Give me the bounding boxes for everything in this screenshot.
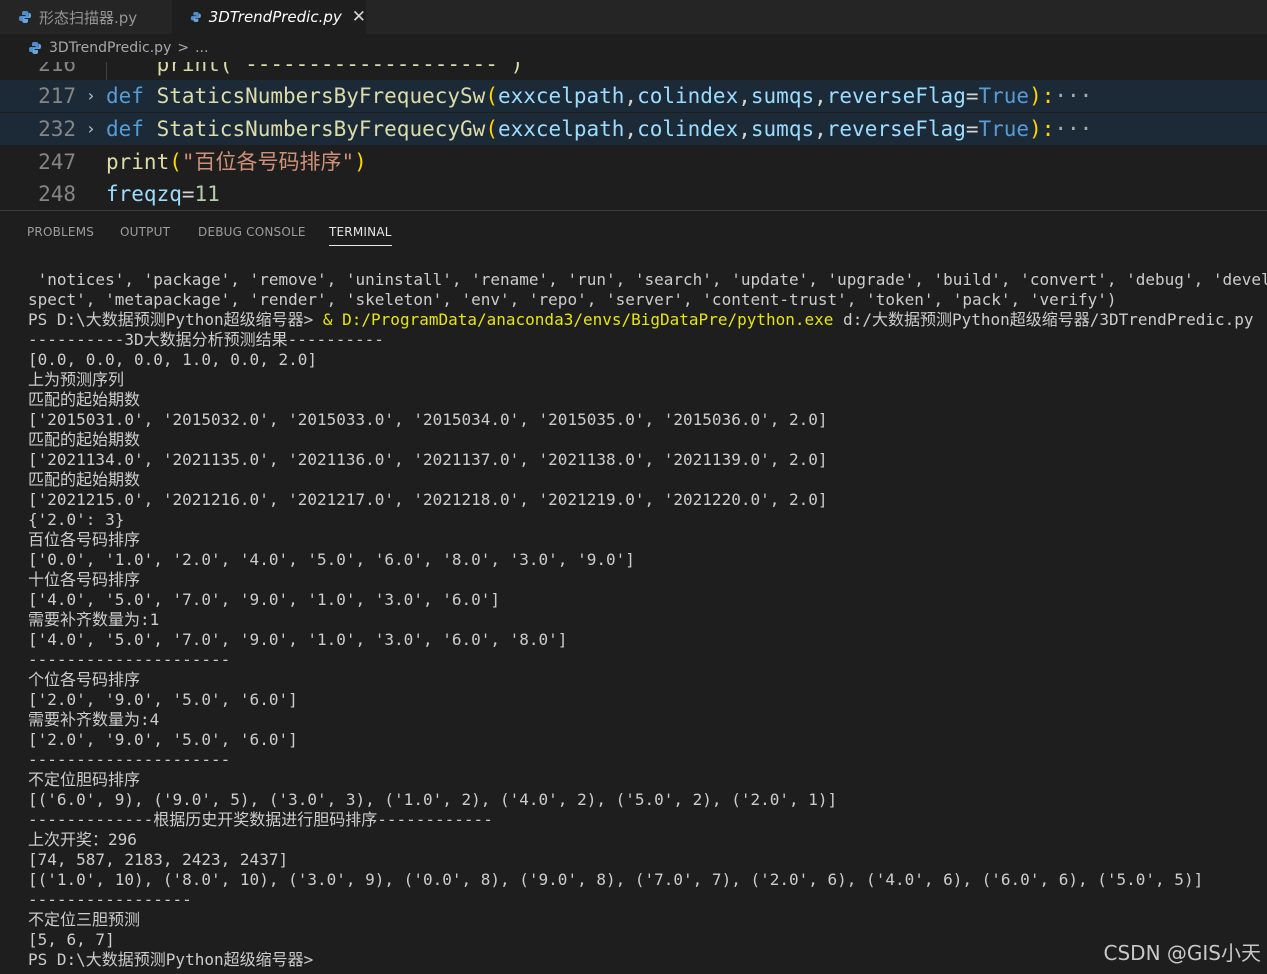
watermark: CSDN @GIS小天 bbox=[1103, 941, 1261, 965]
terminal-line: [('1.0', 10), ('8.0', 10), ('3.0', 9), (… bbox=[28, 870, 1204, 889]
terminal-line: 需要补齐数量为:1 bbox=[28, 610, 160, 629]
code-text: def StaticsNumbersByFrequecyGw(exxcelpat… bbox=[106, 117, 1093, 141]
tab-3dtrendpredic[interactable]: 3DTrendPredic.py ✕ bbox=[172, 0, 366, 34]
tab-label: 3DTrendPredic.py bbox=[208, 8, 342, 26]
terminal-line: ['2021215.0', '2021216.0', '2021217.0', … bbox=[28, 490, 828, 509]
terminal-line: 不定位胆码排序 bbox=[28, 770, 141, 789]
terminal-line: [0.0, 0.0, 0.0, 1.0, 0.0, 2.0] bbox=[28, 350, 317, 369]
tab-problems[interactable]: PROBLEMS bbox=[27, 225, 94, 245]
terminal-prompt[interactable]: PS D:\大数据预测Python超级缩号器> bbox=[28, 950, 313, 970]
terminal-line: ['2021134.0', '2021135.0', '2021136.0', … bbox=[28, 450, 828, 469]
terminal-line: {'2.0': 3} bbox=[28, 510, 125, 529]
terminal-line: ['4.0', '5.0', '7.0', '9.0', '1.0', '3.0… bbox=[28, 590, 501, 609]
code-editor[interactable]: 216 print("--------------------") 217 › … bbox=[0, 62, 1267, 210]
terminal-line: 百位各号码排序 bbox=[28, 530, 141, 549]
terminal-line: 匹配的起始期数 bbox=[28, 390, 141, 409]
terminal-line: 匹配的起始期数 bbox=[28, 470, 141, 489]
terminal-line: 十位各号码排序 bbox=[28, 570, 141, 589]
terminal-line: --------------------- bbox=[28, 650, 231, 669]
terminal-line: 上次开奖：296 bbox=[28, 830, 137, 849]
code-text: print("--------------------") bbox=[106, 62, 524, 76]
breadcrumb: 3DTrendPredic.py > ... bbox=[0, 34, 1267, 62]
terminal-line: ['0.0', '1.0', '2.0', '4.0', '5.0', '6.0… bbox=[28, 550, 635, 569]
fold-chevron-icon[interactable]: › bbox=[86, 113, 96, 145]
python-file-icon bbox=[19, 11, 31, 23]
terminal-line: 匹配的起始期数 bbox=[28, 430, 141, 449]
line-number: 216 bbox=[38, 62, 76, 76]
folded-ellipsis: ··· bbox=[1054, 84, 1093, 108]
terminal-line: ['4.0', '5.0', '7.0', '9.0', '1.0', '3.0… bbox=[28, 630, 568, 649]
code-line: 247 print("百位各号码排序") bbox=[0, 146, 1267, 178]
tab-debug-console[interactable]: DEBUG CONSOLE bbox=[198, 225, 306, 245]
python-file-icon bbox=[29, 42, 41, 54]
terminal-command-line: PS D:\大数据预测Python超级缩号器> & D:/ProgramData… bbox=[28, 310, 1254, 329]
line-number: 248 bbox=[38, 182, 76, 206]
tab-terminal[interactable]: TERMINAL bbox=[329, 225, 392, 246]
terminal-line: ['2.0', '9.0', '5.0', '6.0'] bbox=[28, 730, 298, 749]
panel-tab-bar: PROBLEMS OUTPUT DEBUG CONSOLE TERMINAL bbox=[0, 211, 1267, 251]
terminal-line: [('6.0', 9), ('9.0', 5), ('3.0', 3), ('1… bbox=[28, 790, 838, 809]
line-number: 247 bbox=[38, 150, 76, 174]
code-line: 248 freqzq=11 bbox=[0, 178, 1267, 210]
code-line: 232 › def StaticsNumbersByFrequecyGw(exx… bbox=[0, 113, 1267, 145]
terminal-line: 个位各号码排序 bbox=[28, 670, 141, 689]
breadcrumb-separator: > bbox=[177, 40, 190, 56]
terminal-line: -------------根据历史开奖数据进行胆码排序------------ bbox=[28, 810, 493, 829]
breadcrumb-symbols[interactable]: ... bbox=[195, 40, 208, 56]
terminal-line: 上为预测序列 bbox=[28, 370, 125, 389]
terminal-line: [74, 587, 2183, 2423, 2437] bbox=[28, 850, 289, 869]
terminal-line: --------------------- bbox=[28, 750, 231, 769]
line-number: 232 bbox=[38, 117, 76, 141]
terminal-line: ['2015031.0', '2015032.0', '2015033.0', … bbox=[28, 410, 828, 429]
code-text: def StaticsNumbersByFrequecySw(exxcelpat… bbox=[106, 84, 1093, 108]
code-line: 216 print("--------------------") bbox=[0, 62, 1267, 86]
code-text: freqzq=11 bbox=[106, 182, 220, 206]
fold-chevron-icon[interactable]: › bbox=[86, 80, 96, 112]
terminal-line: spect', 'metapackage', 'render', 'skelet… bbox=[28, 290, 1117, 309]
terminal-line: [5, 6, 7] bbox=[28, 930, 115, 949]
close-tab-icon[interactable]: ✕ bbox=[352, 7, 366, 27]
terminal-line: ['2.0', '9.0', '5.0', '6.0'] bbox=[28, 690, 298, 709]
code-text: print("百位各号码排序") bbox=[106, 150, 367, 174]
python-file-icon bbox=[190, 11, 201, 23]
terminal-output[interactable]: 'notices', 'package', 'remove', 'uninsta… bbox=[0, 270, 1267, 974]
line-number: 217 bbox=[38, 84, 76, 108]
terminal-line: 'notices', 'package', 'remove', 'uninsta… bbox=[28, 270, 1267, 289]
code-line: 217 › def StaticsNumbersByFrequecySw(exx… bbox=[0, 80, 1267, 112]
terminal-line: 不定位三胆预测 bbox=[28, 910, 141, 929]
tab-label: 形态扫描器.py bbox=[39, 8, 138, 27]
terminal-line: ----------------- bbox=[28, 890, 192, 909]
breadcrumb-file[interactable]: 3DTrendPredic.py bbox=[49, 40, 171, 56]
terminal-line: 需要补齐数量为:4 bbox=[28, 710, 160, 729]
editor-tab-bar: 形态扫描器.py 3DTrendPredic.py ✕ bbox=[0, 0, 1267, 34]
tab-xingtai-scanner[interactable]: 形态扫描器.py bbox=[0, 0, 172, 34]
folded-ellipsis: ··· bbox=[1054, 117, 1093, 141]
terminal-line: ----------3D大数据分析预测结果---------- bbox=[28, 330, 384, 349]
tab-output[interactable]: OUTPUT bbox=[120, 225, 170, 245]
